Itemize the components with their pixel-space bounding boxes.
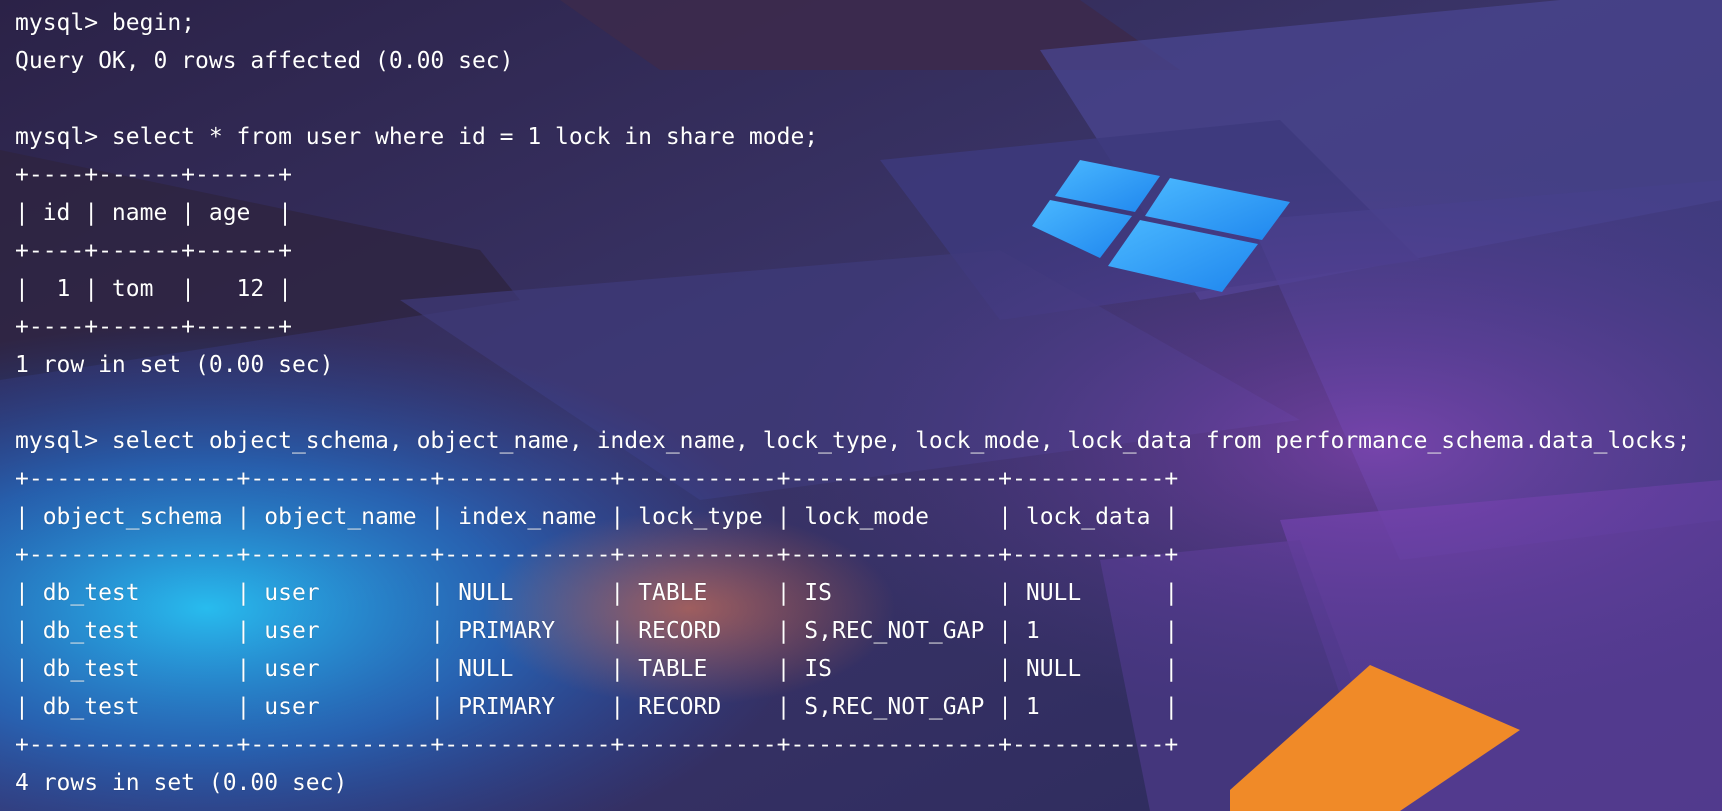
- terminal-line: mysql> select * from user where id = 1 l…: [15, 124, 819, 150]
- terminal-line: 1 row in set (0.00 sec): [15, 352, 334, 378]
- terminal-line: mysql> begin;: [15, 10, 196, 36]
- terminal-line: | db_test | user | NULL | TABLE | IS | N…: [15, 580, 1179, 606]
- terminal-line: | db_test | user | NULL | TABLE | IS | N…: [15, 656, 1179, 682]
- terminal-line: +----+------+------+: [15, 314, 292, 340]
- terminal-line: mysql> select object_schema, object_name…: [15, 428, 1691, 454]
- terminal-line: +---------------+-------------+---------…: [15, 466, 1179, 492]
- terminal-line: +---------------+-------------+---------…: [15, 542, 1179, 568]
- terminal-line: Query OK, 0 rows affected (0.00 sec): [15, 48, 514, 74]
- terminal-line: | object_schema | object_name | index_na…: [15, 504, 1179, 530]
- terminal-line: | 1 | tom | 12 |: [15, 276, 292, 302]
- terminal-line: +---------------+-------------+---------…: [15, 732, 1179, 758]
- terminal-line: 4 rows in set (0.00 sec): [15, 770, 348, 796]
- terminal-line: | id | name | age |: [15, 200, 292, 226]
- terminal-line: | db_test | user | PRIMARY | RECORD | S,…: [15, 618, 1179, 644]
- terminal-line: +----+------+------+: [15, 238, 292, 264]
- terminal-output[interactable]: mysql> begin; Query OK, 0 rows affected (…: [15, 4, 1691, 802]
- terminal-line: +----+------+------+: [15, 162, 292, 188]
- terminal-line: | db_test | user | PRIMARY | RECORD | S,…: [15, 694, 1179, 720]
